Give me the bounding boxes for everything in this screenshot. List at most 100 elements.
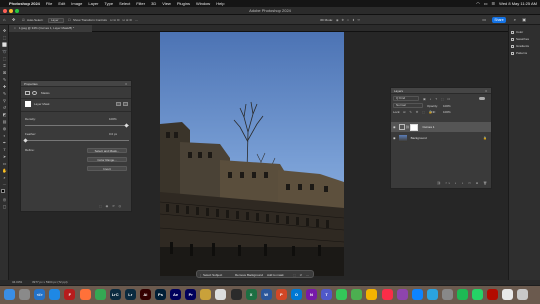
screen-mode-icon[interactable]: ▢ (2, 205, 7, 209)
menu-3d[interactable]: 3D (151, 1, 156, 6)
remove-background-button[interactable]: Remove Background (235, 273, 263, 277)
transform-controls-label[interactable]: Show Transform Controls (73, 18, 107, 22)
move-tool-icon[interactable]: ✥ (2, 29, 7, 33)
dock-app-messages-icon[interactable] (336, 289, 348, 300)
dock-app-acrobat-icon[interactable] (487, 289, 499, 300)
dock-app-vs-code-icon[interactable]: </> (34, 289, 46, 300)
layers-footer-icons[interactable]: ⛓ fx ◐ ◑ ▭ ⊞ 🗑 (437, 182, 489, 185)
align-icons[interactable]: ⊟⊞⊠ ⊟⊞⊠ ⋯ (110, 18, 139, 22)
dock-app-powerpoint-icon[interactable]: P (275, 289, 287, 300)
crop-tool-icon[interactable]: ⌗ (2, 64, 7, 68)
wifi-icon[interactable]: ◠ (476, 1, 480, 6)
color-range-button[interactable]: Color Range... (87, 157, 127, 162)
dock-app-onenote-icon[interactable]: N (306, 289, 317, 300)
dock-app-trash-icon[interactable] (517, 289, 529, 300)
dock-app-podcasts-icon[interactable] (396, 289, 408, 300)
menu-view[interactable]: View (162, 1, 171, 6)
dock-app-photos-icon[interactable] (366, 289, 378, 300)
dock-app-filezilla-icon[interactable]: F (64, 289, 76, 300)
brush-tool-icon[interactable]: ✎ (2, 92, 7, 96)
dock-app-excel-icon[interactable]: X (245, 289, 257, 300)
density-slider-handle[interactable] (124, 122, 129, 128)
layer-filter-icons[interactable]: ▣ ◐ T ⬚ ⊡ (423, 97, 452, 101)
filter-kind-dropdown[interactable]: Q Kind (393, 96, 419, 101)
dock-app-terminal-icon[interactable] (230, 289, 242, 300)
dock-app-firefox-icon[interactable] (79, 289, 91, 300)
foreground-color-swatch[interactable] (1, 189, 5, 193)
dock-app-outlook-icon[interactable]: O (290, 289, 302, 300)
lasso-tool-icon[interactable]: ➰ (2, 50, 7, 54)
link-icon[interactable]: ⛓ (406, 125, 410, 129)
dock-app-premiere-pro-icon[interactable]: Pr (185, 289, 197, 300)
document-tab[interactable]: × 1.jpeg @ 34% (Curves 1, Layer Mask/8) … (8, 25, 92, 32)
density-value[interactable]: 100% (109, 118, 117, 121)
dock-app-spotify-icon[interactable] (457, 289, 468, 300)
add-vector-mask-icon[interactable] (123, 102, 128, 106)
dock-app-launchpad-icon[interactable] (19, 289, 31, 300)
zoom-tool-icon[interactable]: ⌕ (2, 176, 7, 180)
path-selection-tool-icon[interactable]: ➤ (2, 155, 7, 159)
eyedropper-tool-icon[interactable]: ✎ (2, 78, 7, 82)
layer-name[interactable]: Curves 1 (422, 125, 434, 129)
menu-window[interactable]: Window (196, 1, 210, 6)
marquee-tool-icon[interactable]: ⬜ (2, 43, 7, 47)
density-slider[interactable] (25, 125, 129, 126)
dock-app-settings-icon[interactable] (441, 289, 453, 300)
layer-name[interactable]: Background (411, 136, 427, 140)
dock-app-files-icon[interactable] (215, 289, 227, 300)
workspace-icon[interactable]: ▭ (482, 18, 486, 22)
clock[interactable]: Wed 8 May 11:25 AM (499, 1, 537, 6)
menu-layer[interactable]: Layer (88, 1, 98, 6)
app-menu[interactable]: Photoshop 2024 (9, 1, 40, 6)
dock-app-lightroom-icon[interactable]: Lr (124, 289, 136, 300)
opacity-value[interactable]: 100% (443, 104, 451, 108)
menu-help[interactable]: Help (216, 1, 224, 6)
3d-mode-icons[interactable]: ◉ ✥ ⬄ ⬍ ⤧ (336, 18, 361, 22)
layer-mask-thumbnail[interactable] (410, 123, 419, 131)
hand-tool-icon[interactable]: ✋ (2, 169, 7, 173)
battery-icon[interactable]: ▭ (484, 1, 488, 6)
transform-checkbox-icon[interactable]: ☐ (68, 18, 71, 22)
dock-app-music-icon[interactable] (381, 289, 393, 300)
add-to-mask-button[interactable]: Add to mask (267, 273, 284, 277)
dock-app-word-icon[interactable]: W (260, 289, 272, 300)
fill-value[interactable]: 100% (443, 111, 451, 114)
drag-handle-icon[interactable]: ⋮ (199, 273, 202, 277)
menu-plugins[interactable]: Plugins (177, 1, 190, 6)
pixel-mask-icon[interactable] (25, 91, 30, 95)
dock-app-photoshop-icon[interactable]: Ps (155, 289, 166, 300)
dock-app-app-store-icon[interactable] (411, 289, 423, 300)
more-tools-icon[interactable]: ⋯ (2, 183, 7, 187)
dodge-tool-icon[interactable]: ◐ (2, 134, 7, 138)
layer-row-curves[interactable]: ◉ ⛓ Curves 1 (391, 122, 491, 132)
type-tool-icon[interactable]: T (2, 148, 7, 152)
gradient-tool-icon[interactable]: ▤ (2, 120, 7, 124)
dock-app-illustrator-2-icon[interactable] (200, 289, 212, 300)
gradients-panel-tab[interactable]: Gradients (511, 43, 529, 49)
clone-stamp-tool-icon[interactable]: ⚲ (2, 99, 7, 103)
object-selection-tool-icon[interactable]: ⬚ (2, 57, 7, 61)
add-pixel-mask-icon[interactable] (116, 102, 121, 106)
panel-menu-icon[interactable]: ≡ (485, 89, 487, 93)
dock-app-whatsapp-icon[interactable] (472, 289, 484, 300)
lock-icons[interactable]: ⊞ ✎ ✥ ⬚ 🔒 (403, 111, 434, 114)
home-icon[interactable]: ⌂ (3, 18, 5, 22)
auto-select-dropdown[interactable]: Layer (48, 17, 64, 23)
dock-app-illustrator-icon[interactable]: Ai (139, 289, 151, 300)
dock-app-teams-icon[interactable]: T (321, 289, 333, 300)
rectangle-tool-icon[interactable]: ▭ (2, 162, 7, 166)
color-panel-tab[interactable]: Color (511, 29, 523, 35)
dock-app-chrome-icon[interactable] (94, 289, 106, 300)
panel-layout-icon[interactable]: ▣ (522, 18, 526, 22)
feather-value[interactable]: 0.0 px (109, 133, 117, 136)
select-subject-button[interactable]: Select Subject (203, 273, 222, 277)
control-center-icon[interactable]: ☰ (492, 1, 496, 6)
patterns-panel-tab[interactable]: Patterns (511, 50, 527, 56)
document-info[interactable]: 3977 px x 5304 px (72 ppi) (32, 281, 68, 284)
quick-mask-icon[interactable]: ◎ (2, 198, 7, 202)
blend-mode-dropdown[interactable]: Normal (393, 103, 423, 108)
vector-mask-icon[interactable] (32, 91, 37, 95)
taskbar-more-icons[interactable]: ⬚ ⊘ ⋯ (293, 273, 311, 277)
frame-tool-icon[interactable]: ⊠ (2, 71, 7, 75)
menu-select[interactable]: Select (119, 1, 130, 6)
